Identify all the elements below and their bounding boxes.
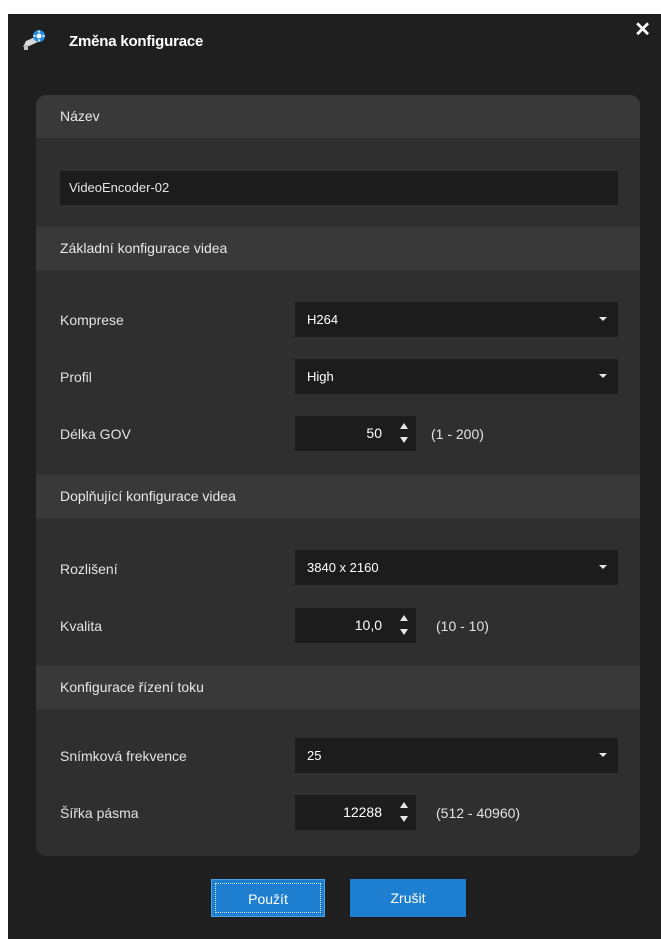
settings-panel: Název VideoEncoder-02 Základní konfigura… bbox=[36, 95, 640, 856]
cancel-button-label: Zrušit bbox=[390, 890, 426, 906]
section-header-rate-control: Konfigurace řízení toku bbox=[36, 666, 640, 709]
chevron-down-icon bbox=[599, 317, 607, 321]
section-header-name: Název bbox=[36, 95, 640, 138]
profile-label: Profil bbox=[60, 369, 92, 385]
profile-value: High bbox=[307, 369, 334, 384]
compression-value: H264 bbox=[307, 312, 339, 327]
frame-rate-value: 25 bbox=[307, 748, 322, 763]
increment-arrow-icon[interactable] bbox=[400, 615, 408, 621]
resolution-value: 3840 x 2160 bbox=[307, 560, 379, 575]
decrement-arrow-icon[interactable] bbox=[400, 437, 408, 443]
increment-arrow-icon[interactable] bbox=[400, 423, 408, 429]
bandwidth-stepper[interactable]: 12288 bbox=[295, 795, 416, 830]
frame-rate-select[interactable]: 25 bbox=[295, 738, 618, 773]
resolution-label: Rozlišení bbox=[60, 561, 118, 577]
dialog-title: Změna konfigurace bbox=[69, 33, 204, 50]
quality-value: 10,0 bbox=[354, 617, 382, 633]
frame-rate-label: Snímková frekvence bbox=[60, 748, 187, 764]
bandwidth-range: (512 - 40960) bbox=[436, 805, 521, 821]
compression-select[interactable]: H264 bbox=[295, 302, 618, 337]
section-header-basic-video: Základní konfigurace videa bbox=[36, 227, 640, 270]
configuration-dialog: Změna konfigurace ✕ Název VideoEncoder-0… bbox=[8, 14, 661, 939]
compression-label: Komprese bbox=[60, 312, 124, 328]
stepper-buttons bbox=[396, 613, 412, 639]
apply-button[interactable]: Použít bbox=[211, 879, 325, 917]
close-icon[interactable]: ✕ bbox=[634, 18, 651, 42]
section-header-extra-video: Doplňující konfigurace videa bbox=[36, 475, 640, 518]
quality-range: (10 - 10) bbox=[436, 618, 489, 634]
resolution-select[interactable]: 3840 x 2160 bbox=[295, 550, 618, 585]
gov-length-value: 50 bbox=[366, 425, 382, 441]
decrement-arrow-icon[interactable] bbox=[400, 629, 408, 635]
profile-select[interactable]: High bbox=[295, 359, 618, 394]
bandwidth-label: Šířka pásma bbox=[60, 805, 139, 821]
name-input[interactable]: VideoEncoder-02 bbox=[60, 171, 618, 205]
gov-length-label: Délka GOV bbox=[60, 426, 131, 442]
chevron-down-icon bbox=[599, 753, 607, 757]
quality-label: Kvalita bbox=[60, 618, 103, 634]
focus-outline bbox=[215, 883, 321, 913]
camera-gear-icon bbox=[21, 29, 47, 51]
stepper-buttons bbox=[396, 421, 412, 447]
quality-stepper[interactable]: 10,0 bbox=[295, 608, 416, 643]
increment-arrow-icon[interactable] bbox=[400, 802, 408, 808]
stepper-buttons bbox=[396, 800, 412, 826]
chevron-down-icon bbox=[599, 565, 607, 569]
decrement-arrow-icon[interactable] bbox=[400, 816, 408, 822]
chevron-down-icon bbox=[599, 374, 607, 378]
bandwidth-value: 12288 bbox=[343, 804, 382, 820]
gov-length-stepper[interactable]: 50 bbox=[295, 416, 416, 451]
title-bar: Změna konfigurace ✕ bbox=[8, 14, 661, 70]
gov-length-range: (1 - 200) bbox=[431, 426, 484, 442]
cancel-button[interactable]: Zrušit bbox=[350, 879, 466, 917]
